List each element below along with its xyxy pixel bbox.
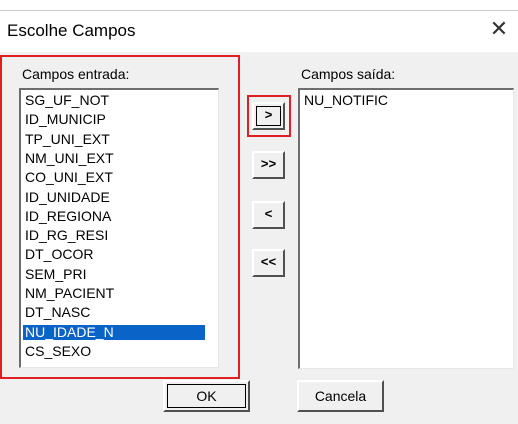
input-field-list-item[interactable]: NM_PACIENT xyxy=(23,286,116,301)
input-field-list-item[interactable]: NU_IDADE_N xyxy=(23,324,205,340)
background-window-strip xyxy=(0,0,518,12)
input-field-list-item[interactable]: TP_UNI_EXT xyxy=(23,131,112,147)
input-field-list-item[interactable]: ID_MUNICIP xyxy=(23,112,108,127)
input-field-list-item[interactable]: DT_OCOR xyxy=(23,247,95,262)
input-field-list-item[interactable]: NM_UNI_EXT xyxy=(23,150,116,166)
output-fields-label: Campos saída: xyxy=(301,66,396,82)
input-fields-label: Campos entrada: xyxy=(22,66,130,82)
add-all-fields-button[interactable]: >> xyxy=(252,151,285,179)
input-field-list-item[interactable]: SEM_PRI xyxy=(23,266,88,282)
input-field-list-item[interactable]: DT_NASC xyxy=(23,305,92,320)
ok-button[interactable]: OK xyxy=(163,380,250,412)
output-fields-listbox[interactable]: NU_NOTIFIC xyxy=(298,88,514,369)
remove-all-fields-button[interactable]: << xyxy=(252,249,285,277)
input-field-list-item[interactable]: CS_SEXO xyxy=(23,343,93,359)
dialog-title: Escolhe Campos xyxy=(7,21,136,40)
remove-field-button[interactable]: < xyxy=(252,201,285,229)
output-field-list-item[interactable]: NU_NOTIFIC xyxy=(302,93,390,108)
input-field-list-item[interactable]: ID_REGIONA xyxy=(23,208,113,224)
input-fields-listbox[interactable]: SG_UF_NOT ID_MUNICIP TP_UNI_EXT NM_UNI_EXT C… xyxy=(19,88,219,368)
input-field-list-item[interactable]: ID_RG_RESI xyxy=(23,228,110,243)
input-field-list-item[interactable]: ID_UNIDADE xyxy=(23,189,112,205)
add-field-button[interactable]: > xyxy=(252,102,285,130)
close-icon[interactable]: ✕ xyxy=(488,16,510,42)
input-field-list-item[interactable]: SG_UF_NOT xyxy=(23,93,111,108)
cancel-button[interactable]: Cancela xyxy=(297,380,384,412)
title-bar: Escolhe Campos ✕ xyxy=(0,12,518,52)
input-field-list-item[interactable]: CO_UNI_EXT xyxy=(23,170,115,185)
